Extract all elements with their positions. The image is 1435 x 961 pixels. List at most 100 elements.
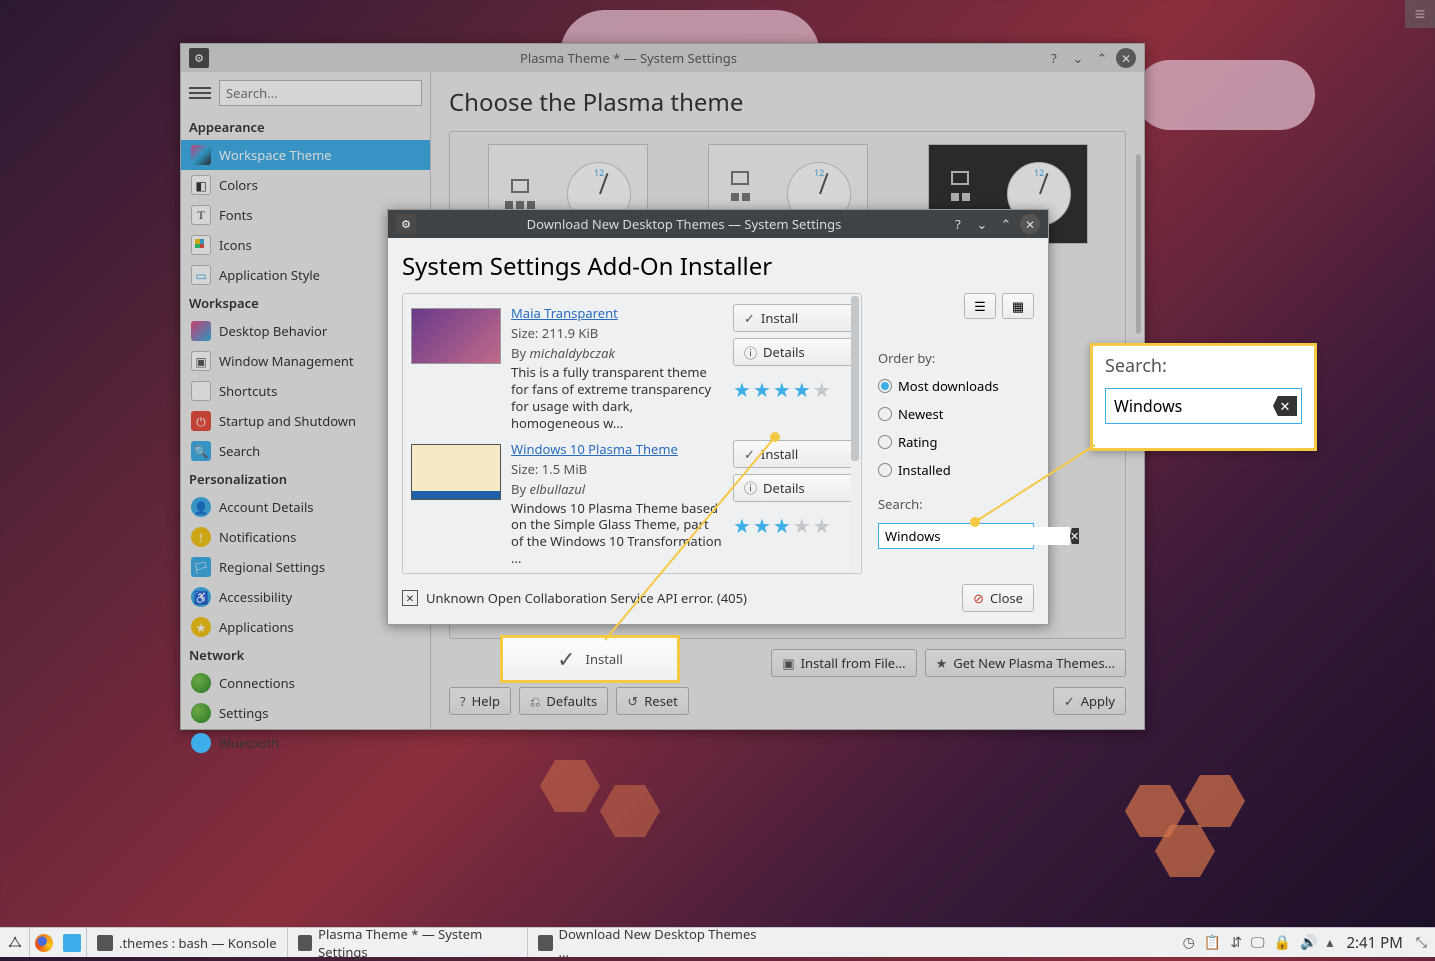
display-icon[interactable]: 🖵 <box>1251 933 1265 952</box>
system-tray: ◷ 📋 ⇵ 🖵 🔒 🔊 ▴ 2:41 PM ⤡ <box>1175 928 1435 957</box>
bluetooth-icon <box>191 733 211 753</box>
dialog-titlebar[interactable]: ⚙ Download New Desktop Themes — System S… <box>388 210 1048 238</box>
check-icon: ✓ <box>744 445 755 463</box>
theme-search-input[interactable] <box>885 527 1070 545</box>
lock-icon[interactable]: 🔒 <box>1274 933 1291 952</box>
radio-label: Installed <box>898 461 951 479</box>
download-themes-dialog: ⚙ Download New Desktop Themes — System S… <box>387 209 1049 625</box>
order-by-label: Order by: <box>878 349 1034 367</box>
dialog-minimize-button[interactable]: ⌄ <box>972 214 992 234</box>
theme-search-field[interactable]: ✕ <box>878 523 1034 549</box>
dialog-close-button[interactable]: ✕ <box>1020 214 1040 234</box>
btn-label: Details <box>763 479 805 497</box>
firefox-icon <box>35 934 53 952</box>
clipboard-icon[interactable]: 📋 <box>1204 933 1221 952</box>
order-installed[interactable]: Installed <box>878 461 1034 479</box>
btn-label: Close <box>990 589 1023 607</box>
radio-label: Most downloads <box>898 377 999 395</box>
callout-search-highlight: Search: Windows ✕ <box>1090 343 1317 451</box>
result-item: Maia Transparent Size: 211.9 KiB By mich… <box>411 300 853 436</box>
result-thumbnail[interactable] <box>411 308 501 364</box>
check-icon: ✓ <box>744 309 755 327</box>
result-author: By michaldybczak <box>511 344 723 362</box>
settings-icon <box>298 935 313 951</box>
volume-icon[interactable]: 🔊 <box>1300 933 1317 952</box>
view-list-button[interactable]: ☰ <box>964 293 996 319</box>
dialog-heading: System Settings Add-On Installer <box>402 250 1034 283</box>
results-scrollbar[interactable] <box>851 296 859 571</box>
btn-label: Install <box>761 445 798 463</box>
task-settings[interactable]: Plasma Theme * — System Settings <box>287 928 527 957</box>
result-thumbnail[interactable] <box>411 444 501 500</box>
tray-expand-icon[interactable]: ▴ <box>1326 933 1333 952</box>
radio-icon <box>878 407 892 421</box>
result-item: Windows 10 Plasma Theme Size: 1.5 MiB By… <box>411 436 853 572</box>
result-title-link[interactable]: Maia Transparent <box>511 304 723 322</box>
dialog-help-button[interactable]: ? <box>948 214 968 234</box>
result-item: Breeze Legacy Size: 214.8 KiB By vmoreno… <box>411 571 853 573</box>
result-author: By elbullazul <box>511 480 723 498</box>
usb-icon[interactable]: ⇵ <box>1230 933 1242 952</box>
nav-label: Bluetooth <box>219 734 279 752</box>
app-launcher-button[interactable] <box>0 928 30 957</box>
status-text: Unknown Open Collaboration Service API e… <box>426 589 747 607</box>
result-size: Size: 211.9 KiB <box>511 324 723 342</box>
dialog-title: Download New Desktop Themes — System Set… <box>424 215 944 233</box>
result-title-link[interactable]: Windows 10 Plasma Theme <box>511 440 723 458</box>
btn-label: Details <box>763 343 805 361</box>
dialog-close-btn[interactable]: ⊘ Close <box>962 584 1034 612</box>
radio-icon <box>878 379 892 393</box>
close-icon: ⊘ <box>973 589 984 607</box>
result-description: This is a fully transparent theme for fa… <box>511 364 723 432</box>
view-grid-button[interactable]: ▦ <box>1002 293 1034 319</box>
order-rating[interactable]: Rating <box>878 433 1034 451</box>
radio-label: Rating <box>898 433 937 451</box>
check-icon: ✓ <box>557 644 575 674</box>
radio-icon <box>878 435 892 449</box>
result-description: Windows 10 Plasma Theme based on the Sim… <box>511 500 723 568</box>
callout-install-highlight: ✓ Install <box>500 635 680 683</box>
editor-launcher[interactable] <box>58 928 86 957</box>
callout-install-label: Install <box>586 650 623 668</box>
dialog-app-icon: ⚙ <box>396 214 416 234</box>
btn-label: Install <box>761 309 798 327</box>
taskbar-clock[interactable]: 2:41 PM <box>1342 933 1406 953</box>
info-icon: ⓘ <box>744 343 757 362</box>
connector-dot <box>770 432 780 442</box>
results-list: Maia Transparent Size: 211.9 KiB By mich… <box>402 293 862 574</box>
install-button[interactable]: ✓ Install <box>733 304 853 332</box>
show-desktop-icon[interactable]: ⤡ <box>1416 933 1427 952</box>
radio-icon <box>878 463 892 477</box>
task-konsole[interactable]: .themes : bash — Konsole <box>86 928 287 957</box>
konsole-icon <box>97 935 113 951</box>
info-icon: ⓘ <box>744 478 757 497</box>
connector-dot <box>970 517 980 527</box>
task-download-themes[interactable]: Download New Desktop Themes ... <box>527 928 767 957</box>
callout-search-field: Windows ✕ <box>1105 388 1302 424</box>
desktop-menu-button[interactable]: ≡ <box>1405 0 1435 28</box>
callout-clear-icon: ✕ <box>1273 396 1297 416</box>
dialog-maximize-button[interactable]: ⌃ <box>996 214 1016 234</box>
search-label: Search: <box>878 495 1034 513</box>
settings-icon <box>538 935 553 951</box>
callout-search-label: Search: <box>1105 354 1302 378</box>
radio-label: Newest <box>898 405 943 423</box>
editor-icon <box>63 934 81 952</box>
install-button[interactable]: ✓ Install <box>733 440 853 468</box>
updates-icon[interactable]: ◷ <box>1183 933 1195 952</box>
rating-stars: ★★★★★ <box>733 512 853 539</box>
error-icon: ✕ <box>402 590 418 606</box>
status-message: ✕ Unknown Open Collaboration Service API… <box>402 589 952 607</box>
rating-stars: ★★★★★ <box>733 376 853 403</box>
details-button[interactable]: ⓘ Details <box>733 338 853 366</box>
order-newest[interactable]: Newest <box>878 405 1034 423</box>
result-size: Size: 1.5 MiB <box>511 460 723 478</box>
task-label: Plasma Theme * — System Settings <box>318 925 516 961</box>
task-label: .themes : bash — Konsole <box>119 934 277 952</box>
order-most-downloads[interactable]: Most downloads <box>878 377 1034 395</box>
clear-search-button[interactable]: ✕ <box>1070 528 1079 544</box>
sidebar-item-bluetooth[interactable]: Bluetooth <box>181 728 430 758</box>
firefox-launcher[interactable] <box>30 928 58 957</box>
details-button[interactable]: ⓘ Details <box>733 474 853 502</box>
taskbar: .themes : bash — Konsole Plasma Theme * … <box>0 927 1435 957</box>
